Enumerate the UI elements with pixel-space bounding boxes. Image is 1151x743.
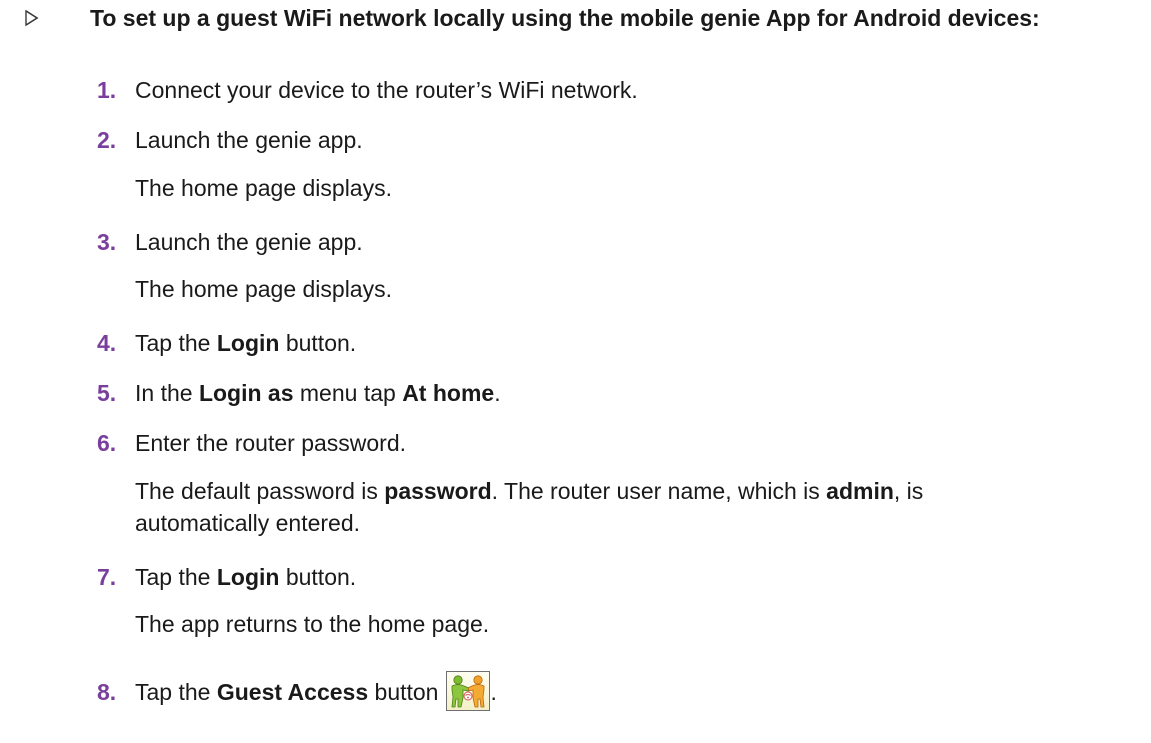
step-3-note: The home page displays. <box>135 276 392 302</box>
step-number: 1. <box>97 77 117 103</box>
step-text-part: button. <box>279 330 357 356</box>
note-text-part: , is <box>893 478 924 504</box>
step-text-part: button. <box>279 564 357 590</box>
default-password-value: password <box>384 478 492 504</box>
step-1: 1. Connect your device to the router’s Wi… <box>97 75 638 105</box>
step-5: 5. In the Login as menu tap At home. <box>97 378 501 408</box>
arrow-bullet-icon <box>25 9 39 27</box>
step-number: 7. <box>97 564 117 590</box>
step-text: Launch the genie app. <box>135 127 363 153</box>
step-text-part: . <box>494 380 501 406</box>
note-text-part: The default password is <box>135 478 385 504</box>
step-text-part: In the <box>135 380 199 406</box>
step-text-part: Tap the <box>135 679 217 706</box>
step-text-part: . <box>490 679 497 706</box>
step-number: 6. <box>97 430 117 456</box>
step-text-part: button <box>368 679 439 706</box>
step-text: Connect your device to the router’s WiFi… <box>135 77 638 103</box>
ui-term-at-home: At home <box>402 380 495 406</box>
step-4: 4. Tap the Login button. <box>97 328 356 358</box>
step-2: 2. Launch the genie app. <box>97 125 363 155</box>
step-7-note: The app returns to the home page. <box>135 611 490 637</box>
ui-term-login: Login <box>216 330 280 356</box>
document-page: To set up a guest WiFi network locally u… <box>0 0 1151 743</box>
step-6: 6. Enter the router password. <box>97 428 406 458</box>
step-text-part: Tap the <box>135 564 217 590</box>
step-number: 8. <box>97 679 117 706</box>
step-6-note-line-2: automatically entered. <box>135 510 361 536</box>
step-number: 4. <box>97 330 117 356</box>
step-8: 8. Tap the Guest Access button . <box>97 671 497 714</box>
step-text: Enter the router password. <box>135 430 407 456</box>
ui-term-login-as: Login as <box>198 380 294 406</box>
step-number: 3. <box>97 229 117 255</box>
section-heading: To set up a guest WiFi network locally u… <box>20 2 1140 35</box>
step-text-part: menu tap <box>293 380 403 406</box>
step-text-part: Tap the <box>135 330 217 356</box>
guest-access-icon <box>446 671 491 711</box>
default-username-value: admin <box>826 478 894 504</box>
step-3: 3. Launch the genie app. <box>97 227 363 257</box>
step-7: 7. Tap the Login button. <box>97 562 356 592</box>
step-text: Launch the genie app. <box>135 229 363 255</box>
ui-term-guest-access: Guest Access <box>216 679 369 706</box>
note-text-part: . The router user name, which is <box>491 478 827 504</box>
step-6-note-line-1: The default password is password. The ro… <box>135 475 923 507</box>
step-2-note: The home page displays. <box>135 175 392 201</box>
ui-term-login: Login <box>216 564 280 590</box>
step-number: 5. <box>97 380 117 406</box>
step-number: 2. <box>97 127 117 153</box>
heading-text: To set up a guest WiFi network locally u… <box>90 5 1040 31</box>
